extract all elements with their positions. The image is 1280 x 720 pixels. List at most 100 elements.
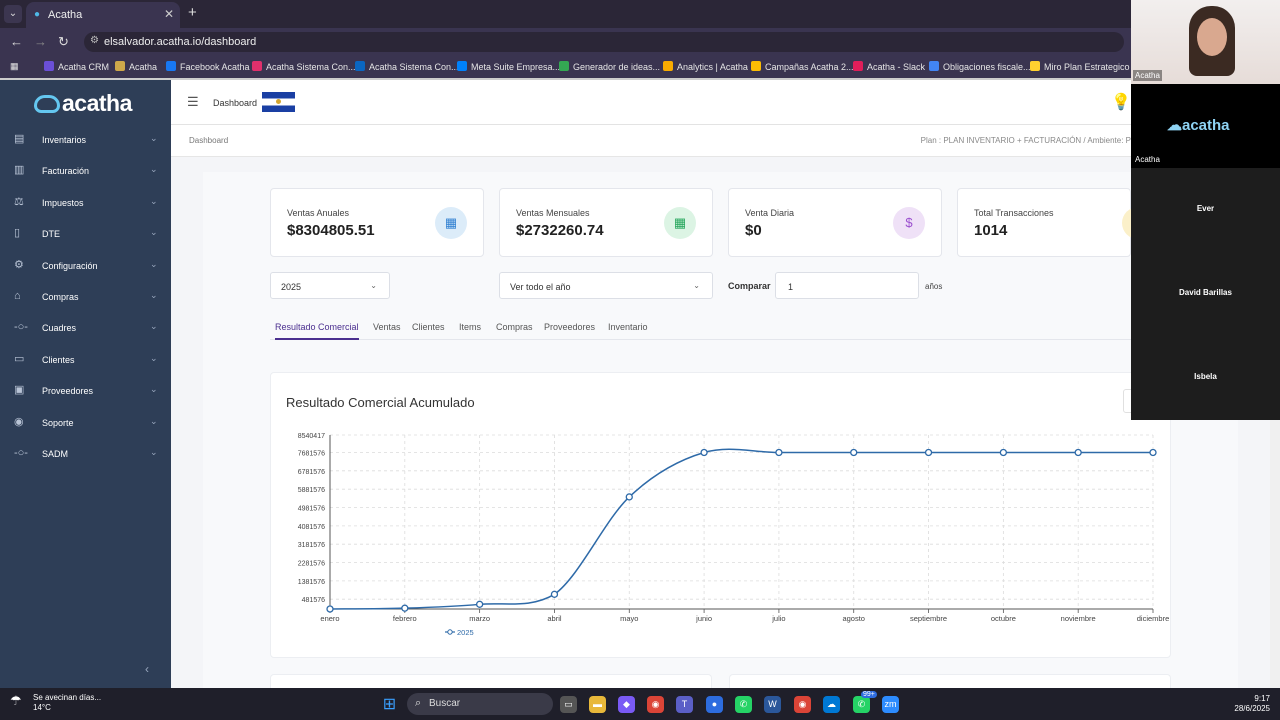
bookmark-item[interactable]: Miro Plan Estrategico [1030, 61, 1130, 72]
kpi-card: Ventas Mensuales $2732260.74 ▦ [499, 188, 713, 257]
apps-grid-icon[interactable]: ▦ [10, 61, 19, 72]
whatsapp-icon[interactable]: ✆ [735, 696, 752, 713]
tab-inventario[interactable]: Inventario [608, 322, 648, 332]
el-salvador-flag-icon [262, 92, 295, 112]
app-icon[interactable]: ● [706, 696, 723, 713]
participant-tile[interactable]: David Barillas [1131, 252, 1280, 336]
data-point [550, 590, 559, 598]
kpi-label: Venta Diaria [745, 208, 795, 218]
kpi-label: Ventas Mensuales [516, 208, 590, 218]
bookmark-label: Acatha Sistema Con... [266, 62, 356, 72]
sidebar-item-clientes[interactable]: ▭ Clientes ⌄ [0, 346, 171, 374]
breadcrumb[interactable]: Dashboard [189, 136, 228, 145]
site-info-icon[interactable]: ⚙ [90, 35, 99, 46]
acatha-logo[interactable]: acatha [34, 90, 132, 117]
participant-name: Ever [1196, 204, 1215, 213]
bookmark-item[interactable]: Acatha Sistema Con... [252, 61, 356, 72]
windows-start-icon[interactable]: ⊞ [381, 696, 398, 713]
close-tab-icon[interactable]: ✕ [164, 7, 174, 21]
new-tab-icon[interactable]: + [188, 4, 197, 21]
tab-items[interactable]: Items [459, 322, 481, 332]
year-select[interactable]: 2025 ⌄ [270, 272, 390, 299]
bookmark-item[interactable]: Obligaciones fiscale... [929, 61, 1031, 72]
inventory-icon: ▤ [14, 133, 25, 145]
bookmark-item[interactable]: Acatha [115, 61, 157, 72]
purchases-icon: ⌂ [14, 290, 21, 302]
x-tick-label: abril [547, 614, 562, 623]
teams-icon[interactable]: T [676, 696, 693, 713]
chevron-down-icon: ⌄ [150, 447, 158, 457]
participant-camera[interactable]: Acatha [1131, 0, 1280, 84]
tab-search-icon[interactable]: ⌄ [4, 5, 22, 23]
x-tick-label: octubre [991, 614, 1016, 623]
date: 28/6/2025 [1234, 704, 1270, 713]
sidebar-item-configuracion[interactable]: ⚙ Configuración ⌄ [0, 252, 171, 280]
tab-resultado-comercial[interactable]: Resultado Comercial [275, 322, 359, 340]
chevron-down-icon: ⌄ [693, 281, 700, 290]
clock[interactable]: 9:17 28/6/2025 [1234, 694, 1270, 714]
sidebar-item-proveedores[interactable]: ▣ Proveedores ⌄ [0, 377, 171, 405]
taskbar-search[interactable]: ⌕ Buscar [407, 693, 553, 715]
bookmark-favicon-icon [355, 61, 365, 71]
sidebar-item-facturacion[interactable]: ▥ Facturación ⌄ [0, 157, 171, 185]
lightbulb-icon[interactable]: 💡 [1111, 92, 1131, 112]
chevron-down-icon: ⌄ [370, 281, 377, 290]
bookmark-label: Miro Plan Estrategico [1044, 62, 1130, 72]
sidebar-item-compras[interactable]: ⌂ Compras ⌄ [0, 283, 171, 311]
sidebar: acatha ‹ ▤ Inventarios ⌄ ▥ Facturación ⌄ ⚖ Impu… [0, 80, 171, 688]
sidebar-item-dte[interactable]: ▯ DTE ⌄ [0, 220, 171, 248]
bookmark-favicon-icon [929, 61, 939, 71]
participant-logo-tile[interactable]: ☁acatha Acatha [1131, 84, 1280, 168]
bookmark-item[interactable]: Generador de ideas... [559, 61, 660, 72]
tab-clientes[interactable]: Clientes [412, 322, 445, 332]
copilot-icon[interactable]: ◆ [618, 696, 635, 713]
bookmark-label: Meta Suite Empresa... [471, 62, 561, 72]
kpi-label: Total Transacciones [974, 208, 1054, 218]
y-tick-label: 1381576 [298, 579, 325, 586]
sidebar-item-sadm[interactable]: -○- SADM ⌄ [0, 440, 171, 468]
bookmark-item[interactable]: Facebook Acatha [166, 61, 250, 72]
task-view-icon[interactable]: ▭ [560, 696, 577, 713]
word-icon[interactable]: W [764, 696, 781, 713]
bookmark-item[interactable]: Acatha Sistema Con... [355, 61, 459, 72]
tab-ventas[interactable]: Ventas [373, 322, 401, 332]
onedrive-icon[interactable]: ☁ [823, 696, 840, 713]
scrollbar[interactable] [1270, 420, 1280, 688]
compare-input[interactable]: 1 [775, 272, 919, 299]
sidebar-item-label: Cuadres [42, 323, 77, 334]
menu-icon[interactable]: ☰ [187, 94, 199, 110]
video-call-panel: Acatha ☁acatha Acatha Ever David Barillas Isb… [1131, 0, 1280, 420]
browser-tab[interactable]: ● Acatha ✕ [26, 2, 180, 28]
sidebar-item-soporte[interactable]: ◉ Soporte ⌄ [0, 409, 171, 437]
forward-icon[interactable]: → [34, 34, 47, 49]
x-tick-label: junio [695, 614, 712, 623]
chart-card: Resultado Comercial Acumulado 8540417 768… [270, 372, 1171, 658]
whatsapp-business-icon[interactable]: ✆ [853, 696, 870, 713]
bookmark-item[interactable]: Analytics | Acatha [663, 61, 748, 72]
bookmark-favicon-icon [1030, 61, 1040, 71]
sidebar-item-label: Configuración [42, 260, 98, 271]
sidebar-item-inventarios[interactable]: ▤ Inventarios ⌄ [0, 126, 171, 154]
collapse-sidebar-icon[interactable]: ‹ [145, 662, 149, 676]
participant-name: Acatha [1133, 70, 1162, 81]
file-explorer-icon[interactable]: ▬ [589, 696, 606, 713]
temperature: 14°C [33, 703, 51, 712]
bookmark-item[interactable]: Campañas Acatha 2... [751, 61, 854, 72]
sidebar-item-impuestos[interactable]: ⚖ Impuestos ⌄ [0, 189, 171, 217]
participant-tile[interactable]: Ever [1131, 168, 1280, 252]
participant-tile[interactable]: Isbela [1131, 336, 1280, 420]
zoom-icon[interactable]: zm [882, 696, 899, 713]
back-icon[interactable]: ← [10, 34, 23, 49]
period-select[interactable]: Ver todo el año ⌄ [499, 272, 713, 299]
bookmark-item[interactable]: Meta Suite Empresa... [457, 61, 560, 72]
chrome-icon[interactable]: ◉ [647, 696, 664, 713]
y-tick-label: 6781576 [298, 469, 325, 476]
bookmark-item[interactable]: Acatha CRM [44, 61, 109, 72]
tab-proveedores[interactable]: Proveedores [544, 322, 595, 332]
reload-icon[interactable]: ↻ [58, 34, 69, 50]
sidebar-item-cuadres[interactable]: -○- Cuadres ⌄ [0, 314, 171, 342]
url-field[interactable]: ⚙ elsalvador.acatha.io/dashboard [84, 32, 1124, 52]
bookmark-item[interactable]: Acatha - Slack [853, 61, 925, 72]
chrome-profile-icon[interactable]: ◉ [794, 696, 811, 713]
tab-compras[interactable]: Compras [496, 322, 533, 332]
